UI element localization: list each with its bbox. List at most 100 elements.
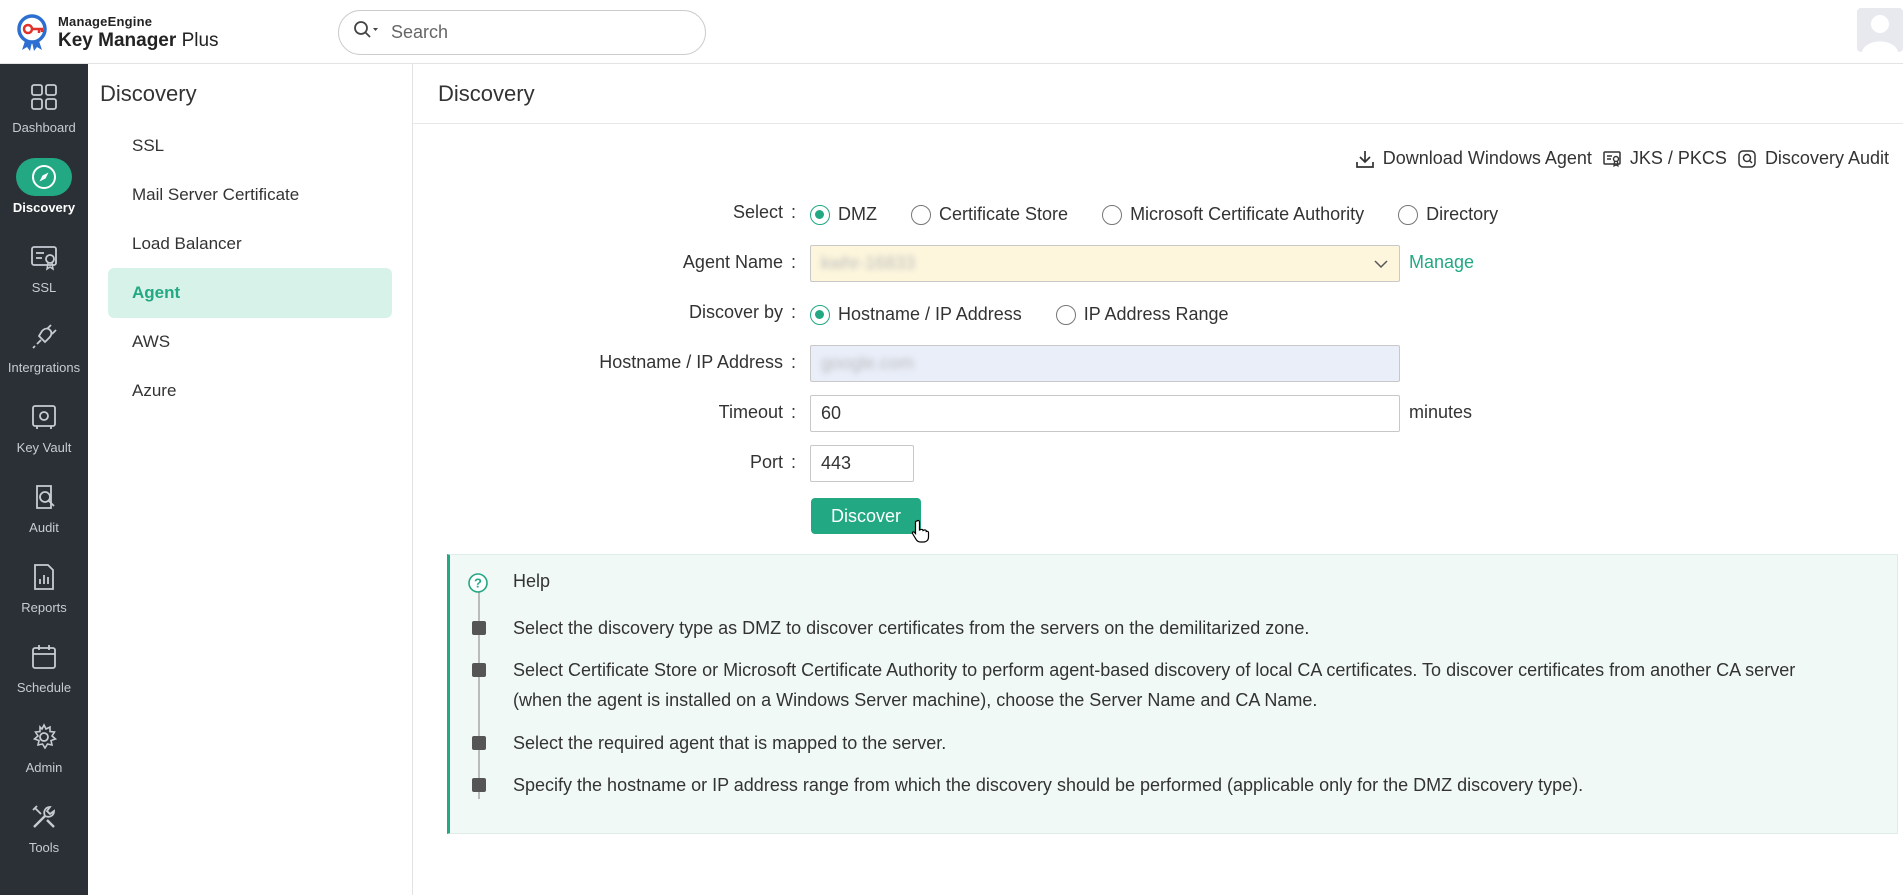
radio-label: Certificate Store — [939, 204, 1069, 224]
plug-icon — [16, 318, 72, 356]
discovery-sidebar: Discovery SSL Mail Server Certificate Lo… — [88, 64, 413, 895]
sidebar-item-load-balancer[interactable]: Load Balancer — [108, 219, 392, 269]
jks-pkcs-label: JKS / PKCS — [1629, 148, 1727, 168]
brand-company: ManageEngine — [58, 13, 153, 29]
timeout-label-row: Timeout: — [718, 402, 796, 422]
nav-ssl[interactable]: SSL — [0, 238, 88, 314]
radio-hostname-ip[interactable]: Hostname / IP Address — [810, 304, 1022, 325]
sidebar-item-azure[interactable]: Azure — [108, 366, 392, 416]
help-item: Select the discovery type as DMZ to disc… — [513, 618, 1310, 638]
user-avatar-icon — [1862, 15, 1898, 52]
timeout-value: 60 — [821, 403, 842, 423]
help-item: Select the required agent that is mapped… — [513, 733, 947, 753]
search-input[interactable] — [391, 22, 681, 43]
nav-label: Intergrations — [7, 360, 81, 375]
main-header: Discovery — [413, 64, 1903, 124]
nav-label: Reports — [21, 600, 67, 615]
timeout-input[interactable]: 60 — [810, 395, 1400, 432]
discovery-audit-link[interactable]: Discovery Audit — [1737, 148, 1889, 169]
dashboard-icon — [16, 78, 72, 116]
radio-certificate-store[interactable]: Certificate Store — [911, 204, 1068, 225]
nav-admin[interactable]: Admin — [0, 718, 88, 794]
nav-label: Key Vault — [16, 440, 72, 455]
calendar-icon — [16, 638, 72, 676]
radio-ip-address-range[interactable]: IP Address Range — [1055, 304, 1229, 325]
port-label: Port — [749, 452, 783, 472]
radio-label: Microsoft Certificate Authority — [1130, 204, 1365, 224]
action-links: Download Windows Agent JKS / PKCS Discov… — [1345, 148, 1889, 169]
discovery-audit-label: Discovery Audit — [1764, 148, 1889, 168]
nav-label: Dashboard — [12, 120, 76, 135]
brand-product: Key Manager — [58, 29, 177, 51]
discover-by-radio-group: Hostname / IP Address IP Address Range — [810, 304, 1263, 325]
agent-name-label: Agent Name — [682, 252, 783, 272]
main-content: Discovery Download Windows Agent JKS / P… — [413, 64, 1903, 895]
discover-by-label: Discover by — [688, 302, 783, 322]
port-label-row: Port: — [749, 452, 796, 472]
help-bullet-icon — [472, 621, 486, 635]
audit-icon — [1738, 149, 1756, 168]
hostname-label-row: Hostname / IP Address: — [599, 352, 796, 372]
top-header: ManageEngine Key Manager Plus — [0, 0, 1903, 64]
nav-key-vault[interactable]: Key Vault — [0, 398, 88, 474]
hostname-input[interactable]: google.com — [810, 345, 1400, 382]
nav-label: Audit — [29, 520, 59, 535]
tools-icon — [16, 798, 72, 836]
sidebar-item-agent[interactable]: Agent — [108, 268, 392, 318]
radio-label: Hostname / IP Address — [838, 304, 1022, 324]
agent-name-label-row: Agent Name: — [682, 252, 796, 272]
sidebar-item-ssl[interactable]: SSL — [108, 121, 392, 171]
download-windows-agent-link[interactable]: Download Windows Agent — [1355, 148, 1592, 169]
nav-integrations[interactable]: Intergrations — [0, 318, 88, 394]
nav-schedule[interactable]: Schedule — [0, 638, 88, 714]
hand-cursor-icon — [911, 519, 930, 543]
radio-label: DMZ — [838, 204, 877, 224]
sidebar-title: Discovery — [100, 81, 197, 106]
user-avatar[interactable] — [1857, 8, 1903, 52]
help-item: Select Certificate Store or Microsoft Ce… — [513, 660, 1796, 710]
nav-tools[interactable]: Tools — [0, 798, 88, 874]
nav-label: SSL — [31, 280, 57, 295]
global-search[interactable] — [338, 10, 706, 55]
radio-directory[interactable]: Directory — [1398, 204, 1498, 225]
vault-icon — [16, 398, 72, 436]
radio-microsoft-certificate-authority[interactable]: Microsoft Certificate Authority — [1102, 204, 1364, 225]
help-item: Specify the hostname or IP address range… — [513, 775, 1584, 795]
download-icon — [1355, 150, 1374, 168]
nav-discovery[interactable]: Discovery — [0, 158, 88, 234]
nav-reports[interactable]: Reports — [0, 558, 88, 634]
nav-label: Discovery — [12, 200, 76, 215]
sidebar-item-aws[interactable]: AWS — [108, 317, 392, 367]
nav-label: Admin — [25, 760, 63, 775]
radio-dmz[interactable]: DMZ — [810, 204, 877, 225]
brand-product-suffix: Plus — [181, 29, 219, 51]
key-manager-logo-icon — [16, 12, 52, 52]
audit-icon — [16, 478, 72, 516]
help-bullet-icon — [472, 778, 486, 792]
radio-label: Directory — [1426, 204, 1499, 224]
radio-button[interactable] — [1055, 304, 1076, 325]
certificate-icon — [1603, 150, 1621, 167]
jks-pkcs-link[interactable]: JKS / PKCS — [1602, 148, 1727, 169]
nav-audit[interactable]: Audit — [0, 478, 88, 554]
search-icon[interactable] — [353, 20, 381, 45]
manage-agents-link[interactable]: Manage — [1409, 252, 1474, 273]
radio-button[interactable] — [1102, 204, 1123, 225]
port-input[interactable]: 443 — [810, 445, 914, 482]
radio-button[interactable] — [810, 204, 830, 225]
download-windows-agent-label: Download Windows Agent — [1382, 148, 1592, 168]
sidebar-item-mail-server-certificate[interactable]: Mail Server Certificate — [108, 170, 392, 220]
agent-name-select[interactable]: kwhr-16833 — [810, 245, 1400, 282]
compass-icon — [16, 158, 72, 196]
nav-dashboard[interactable]: Dashboard — [0, 78, 88, 154]
nav-label: Schedule — [16, 680, 72, 695]
page-title: Discovery — [438, 81, 535, 106]
radio-button[interactable] — [810, 304, 830, 325]
app-logo[interactable]: ManageEngine Key Manager Plus — [16, 12, 219, 52]
radio-button[interactable] — [911, 204, 931, 225]
select-label: Select — [732, 202, 783, 222]
discover-button[interactable]: Discover — [811, 498, 921, 534]
radio-button[interactable] — [1398, 204, 1419, 225]
primary-navigation: Dashboard Discovery SSL Intergrations Ke… — [0, 64, 88, 895]
help-question-icon: ? — [468, 573, 488, 593]
